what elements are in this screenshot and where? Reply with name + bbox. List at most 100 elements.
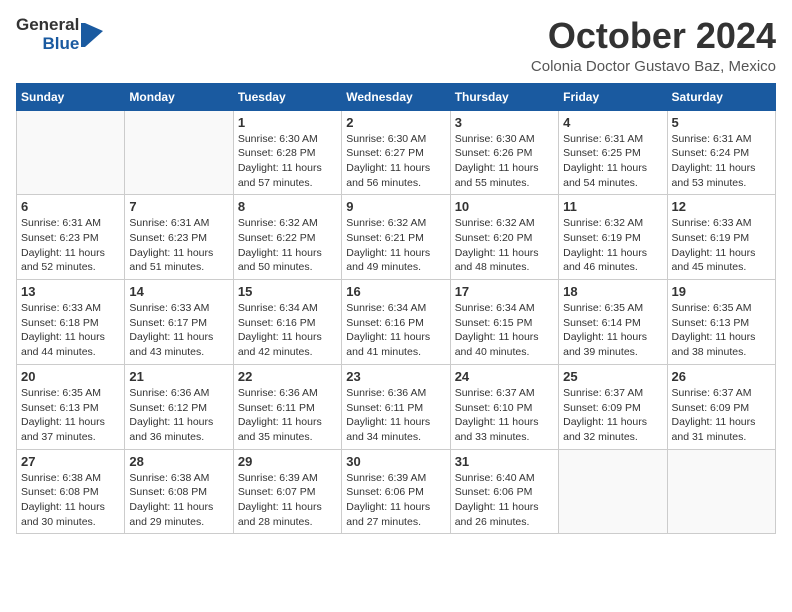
weekday-header: Saturday	[667, 83, 775, 110]
calendar-cell	[667, 449, 775, 534]
day-number: 20	[21, 369, 120, 384]
day-info: Sunrise: 6:38 AMSunset: 6:08 PMDaylight:…	[129, 471, 228, 530]
day-info: Sunrise: 6:36 AMSunset: 6:11 PMDaylight:…	[238, 386, 337, 445]
day-info: Sunrise: 6:40 AMSunset: 6:06 PMDaylight:…	[455, 471, 554, 530]
calendar-cell: 22 Sunrise: 6:36 AMSunset: 6:11 PMDayligh…	[233, 364, 341, 449]
calendar-cell: 8 Sunrise: 6:32 AMSunset: 6:22 PMDaylight…	[233, 195, 341, 280]
calendar-cell: 23Sunrise: 6:36 AMSunset: 6:11 PMDayligh…	[342, 364, 450, 449]
calendar-cell: 27 Sunrise: 6:38 AMSunset: 6:08 PMDayligh…	[17, 449, 125, 534]
calendar-cell	[17, 110, 125, 195]
day-info: Sunrise: 6:37 AMSunset: 6:10 PMDaylight:…	[455, 386, 554, 445]
day-number: 25	[563, 369, 662, 384]
day-info: Sunrise: 6:35 AMSunset: 6:13 PMDaylight:…	[672, 301, 771, 360]
calendar-cell: 5 Sunrise: 6:31 AMSunset: 6:24 PMDaylight…	[667, 110, 775, 195]
day-info: Sunrise: 6:36 AMSunset: 6:11 PMDaylight:…	[346, 386, 445, 445]
logo-icon	[81, 21, 103, 49]
day-number: 1	[238, 115, 337, 130]
day-info: Sunrise: 6:31 AMSunset: 6:25 PMDaylight:…	[563, 132, 662, 191]
day-info: Sunrise: 6:30 AMSunset: 6:27 PMDaylight:…	[346, 132, 445, 191]
calendar-cell: 6 Sunrise: 6:31 AMSunset: 6:23 PMDaylight…	[17, 195, 125, 280]
calendar-week-row: 27 Sunrise: 6:38 AMSunset: 6:08 PMDayligh…	[17, 449, 776, 534]
day-number: 27	[21, 454, 120, 469]
calendar-cell	[559, 449, 667, 534]
day-number: 19	[672, 284, 771, 299]
day-number: 17	[455, 284, 554, 299]
day-number: 24	[455, 369, 554, 384]
day-number: 2	[346, 115, 445, 130]
logo-blue: Blue	[42, 35, 79, 54]
day-info: Sunrise: 6:32 AMSunset: 6:19 PMDaylight:…	[563, 216, 662, 275]
day-info: Sunrise: 6:34 AMSunset: 6:16 PMDaylight:…	[238, 301, 337, 360]
weekday-header: Monday	[125, 83, 233, 110]
day-number: 16	[346, 284, 445, 299]
month-title: October 2024	[531, 16, 776, 56]
weekday-header: Sunday	[17, 83, 125, 110]
day-info: Sunrise: 6:35 AMSunset: 6:14 PMDaylight:…	[563, 301, 662, 360]
calendar: SundayMondayTuesdayWednesdayThursdayFrid…	[16, 83, 776, 535]
calendar-week-row: 6 Sunrise: 6:31 AMSunset: 6:23 PMDaylight…	[17, 195, 776, 280]
calendar-cell	[125, 110, 233, 195]
day-number: 26	[672, 369, 771, 384]
day-info: Sunrise: 6:34 AMSunset: 6:15 PMDaylight:…	[455, 301, 554, 360]
calendar-week-row: 20Sunrise: 6:35 AMSunset: 6:13 PMDayligh…	[17, 364, 776, 449]
day-number: 22	[238, 369, 337, 384]
calendar-cell: 19 Sunrise: 6:35 AMSunset: 6:13 PMDayligh…	[667, 280, 775, 365]
day-info: Sunrise: 6:31 AMSunset: 6:23 PMDaylight:…	[21, 216, 120, 275]
day-info: Sunrise: 6:34 AMSunset: 6:16 PMDaylight:…	[346, 301, 445, 360]
calendar-cell: 18Sunrise: 6:35 AMSunset: 6:14 PMDayligh…	[559, 280, 667, 365]
day-number: 7	[129, 199, 228, 214]
day-number: 10	[455, 199, 554, 214]
weekday-header: Tuesday	[233, 83, 341, 110]
day-number: 31	[455, 454, 554, 469]
day-number: 4	[563, 115, 662, 130]
title-section: October 2024 Colonia Doctor Gustavo Baz,…	[531, 16, 776, 75]
day-number: 9	[346, 199, 445, 214]
day-info: Sunrise: 6:39 AMSunset: 6:06 PMDaylight:…	[346, 471, 445, 530]
day-number: 29	[238, 454, 337, 469]
calendar-week-row: 1 Sunrise: 6:30 AMSunset: 6:28 PMDaylight…	[17, 110, 776, 195]
day-number: 6	[21, 199, 120, 214]
calendar-cell: 4 Sunrise: 6:31 AMSunset: 6:25 PMDaylight…	[559, 110, 667, 195]
day-number: 8	[238, 199, 337, 214]
day-info: Sunrise: 6:37 AMSunset: 6:09 PMDaylight:…	[672, 386, 771, 445]
day-info: Sunrise: 6:32 AMSunset: 6:20 PMDaylight:…	[455, 216, 554, 275]
calendar-cell: 20Sunrise: 6:35 AMSunset: 6:13 PMDayligh…	[17, 364, 125, 449]
day-info: Sunrise: 6:30 AMSunset: 6:28 PMDaylight:…	[238, 132, 337, 191]
calendar-week-row: 13Sunrise: 6:33 AMSunset: 6:18 PMDayligh…	[17, 280, 776, 365]
calendar-cell: 29 Sunrise: 6:39 AMSunset: 6:07 PMDayligh…	[233, 449, 341, 534]
calendar-cell: 24 Sunrise: 6:37 AMSunset: 6:10 PMDayligh…	[450, 364, 558, 449]
weekday-header: Thursday	[450, 83, 558, 110]
calendar-cell: 2 Sunrise: 6:30 AMSunset: 6:27 PMDaylight…	[342, 110, 450, 195]
day-info: Sunrise: 6:33 AMSunset: 6:19 PMDaylight:…	[672, 216, 771, 275]
calendar-cell: 31 Sunrise: 6:40 AMSunset: 6:06 PMDayligh…	[450, 449, 558, 534]
logo: General Blue	[16, 16, 103, 53]
calendar-cell: 28 Sunrise: 6:38 AMSunset: 6:08 PMDayligh…	[125, 449, 233, 534]
day-number: 14	[129, 284, 228, 299]
calendar-cell: 13Sunrise: 6:33 AMSunset: 6:18 PMDayligh…	[17, 280, 125, 365]
day-info: Sunrise: 6:33 AMSunset: 6:17 PMDaylight:…	[129, 301, 228, 360]
calendar-cell: 25 Sunrise: 6:37 AMSunset: 6:09 PMDayligh…	[559, 364, 667, 449]
weekday-header: Wednesday	[342, 83, 450, 110]
day-info: Sunrise: 6:38 AMSunset: 6:08 PMDaylight:…	[21, 471, 120, 530]
day-info: Sunrise: 6:31 AMSunset: 6:23 PMDaylight:…	[129, 216, 228, 275]
calendar-cell: 17 Sunrise: 6:34 AMSunset: 6:15 PMDayligh…	[450, 280, 558, 365]
logo-general: General	[16, 16, 79, 35]
calendar-cell: 15 Sunrise: 6:34 AMSunset: 6:16 PMDayligh…	[233, 280, 341, 365]
day-number: 13	[21, 284, 120, 299]
location: Colonia Doctor Gustavo Baz, Mexico	[531, 58, 776, 75]
calendar-cell: 10 Sunrise: 6:32 AMSunset: 6:20 PMDayligh…	[450, 195, 558, 280]
day-info: Sunrise: 6:39 AMSunset: 6:07 PMDaylight:…	[238, 471, 337, 530]
day-info: Sunrise: 6:32 AMSunset: 6:22 PMDaylight:…	[238, 216, 337, 275]
calendar-cell: 12 Sunrise: 6:33 AMSunset: 6:19 PMDayligh…	[667, 195, 775, 280]
day-info: Sunrise: 6:37 AMSunset: 6:09 PMDaylight:…	[563, 386, 662, 445]
day-info: Sunrise: 6:31 AMSunset: 6:24 PMDaylight:…	[672, 132, 771, 191]
calendar-cell: 9Sunrise: 6:32 AMSunset: 6:21 PMDaylight…	[342, 195, 450, 280]
calendar-cell: 16 Sunrise: 6:34 AMSunset: 6:16 PMDayligh…	[342, 280, 450, 365]
day-number: 28	[129, 454, 228, 469]
calendar-cell: 30Sunrise: 6:39 AMSunset: 6:06 PMDayligh…	[342, 449, 450, 534]
calendar-cell: 7 Sunrise: 6:31 AMSunset: 6:23 PMDaylight…	[125, 195, 233, 280]
day-number: 12	[672, 199, 771, 214]
weekday-header: Friday	[559, 83, 667, 110]
day-number: 15	[238, 284, 337, 299]
day-number: 5	[672, 115, 771, 130]
